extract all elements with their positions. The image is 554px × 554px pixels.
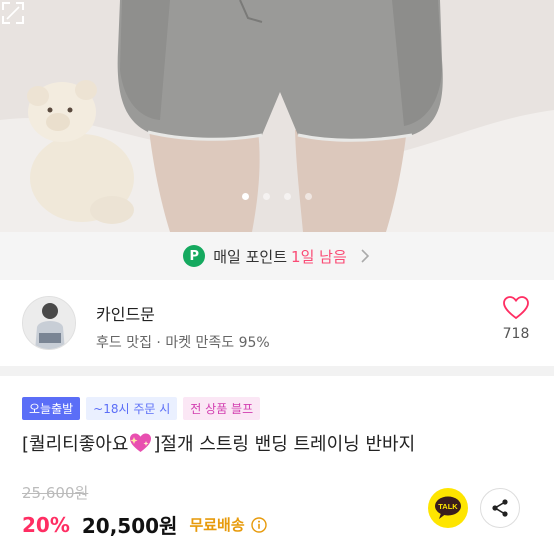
product-image-carousel[interactable] — [0, 0, 554, 232]
product-badges: 오늘출발 ~18시 주문 시 전 상품 블프 — [22, 397, 261, 420]
original-price: 25,600원 — [22, 484, 89, 502]
product-title-prefix: [퀄리티좋아요 — [22, 434, 129, 455]
product-title-suffix: ]절개 스트링 밴딩 트레이닝 반바지 — [153, 434, 416, 455]
free-shipping-label: 무료배송 — [189, 516, 245, 534]
expand-icon[interactable] — [0, 0, 26, 26]
sale-badge: 전 상품 블프 — [183, 397, 261, 420]
shop-info[interactable]: 카인드문 후드 맛집 · 마켓 만족도 95% 718 — [0, 280, 554, 366]
kakao-talk-icon: TALK — [435, 496, 461, 519]
share-icon — [492, 499, 508, 517]
kakao-talk-text: TALK — [438, 502, 458, 511]
carousel-dots — [0, 193, 554, 200]
info-icon[interactable] — [250, 516, 267, 533]
section-divider — [0, 366, 554, 376]
carousel-dot[interactable] — [263, 193, 270, 200]
shop-avatar-image — [23, 297, 75, 349]
carousel-dot[interactable] — [242, 193, 249, 200]
product-title: [퀄리티좋아요 ]절개 스트링 밴딩 트레이닝 반바지 — [22, 430, 415, 456]
sale-price: 20,500원 — [81, 514, 178, 538]
sparkling-heart-icon — [130, 433, 152, 452]
like-button[interactable]: 718 — [496, 296, 536, 342]
shop-avatar[interactable] — [22, 296, 76, 350]
discount-rate: 20% — [22, 512, 70, 537]
carousel-dot[interactable] — [284, 193, 291, 200]
price-row: 20% 20,500원 무료배송 — [22, 510, 267, 539]
like-count: 718 — [502, 326, 530, 342]
today-shipping-badge: 오늘출발 — [22, 397, 81, 420]
point-icon: P — [183, 245, 206, 267]
point-banner-remaining: 1일 남음 — [291, 247, 347, 266]
order-cutoff-badge: ~18시 주문 시 — [86, 397, 178, 420]
carousel-dot[interactable] — [305, 193, 312, 200]
kakao-talk-button[interactable]: TALK — [428, 488, 468, 528]
heart-icon — [503, 296, 529, 320]
shop-name[interactable]: 카인드문 — [96, 301, 155, 325]
chevron-right-icon — [361, 249, 369, 263]
daily-point-banner[interactable]: P 매일 포인트 1일 남음 — [0, 232, 554, 280]
point-banner-label: 매일 포인트 — [213, 247, 288, 266]
shop-subtitle: 후드 맛집 · 마켓 만족도 95% — [96, 335, 270, 351]
share-button[interactable] — [480, 488, 520, 528]
